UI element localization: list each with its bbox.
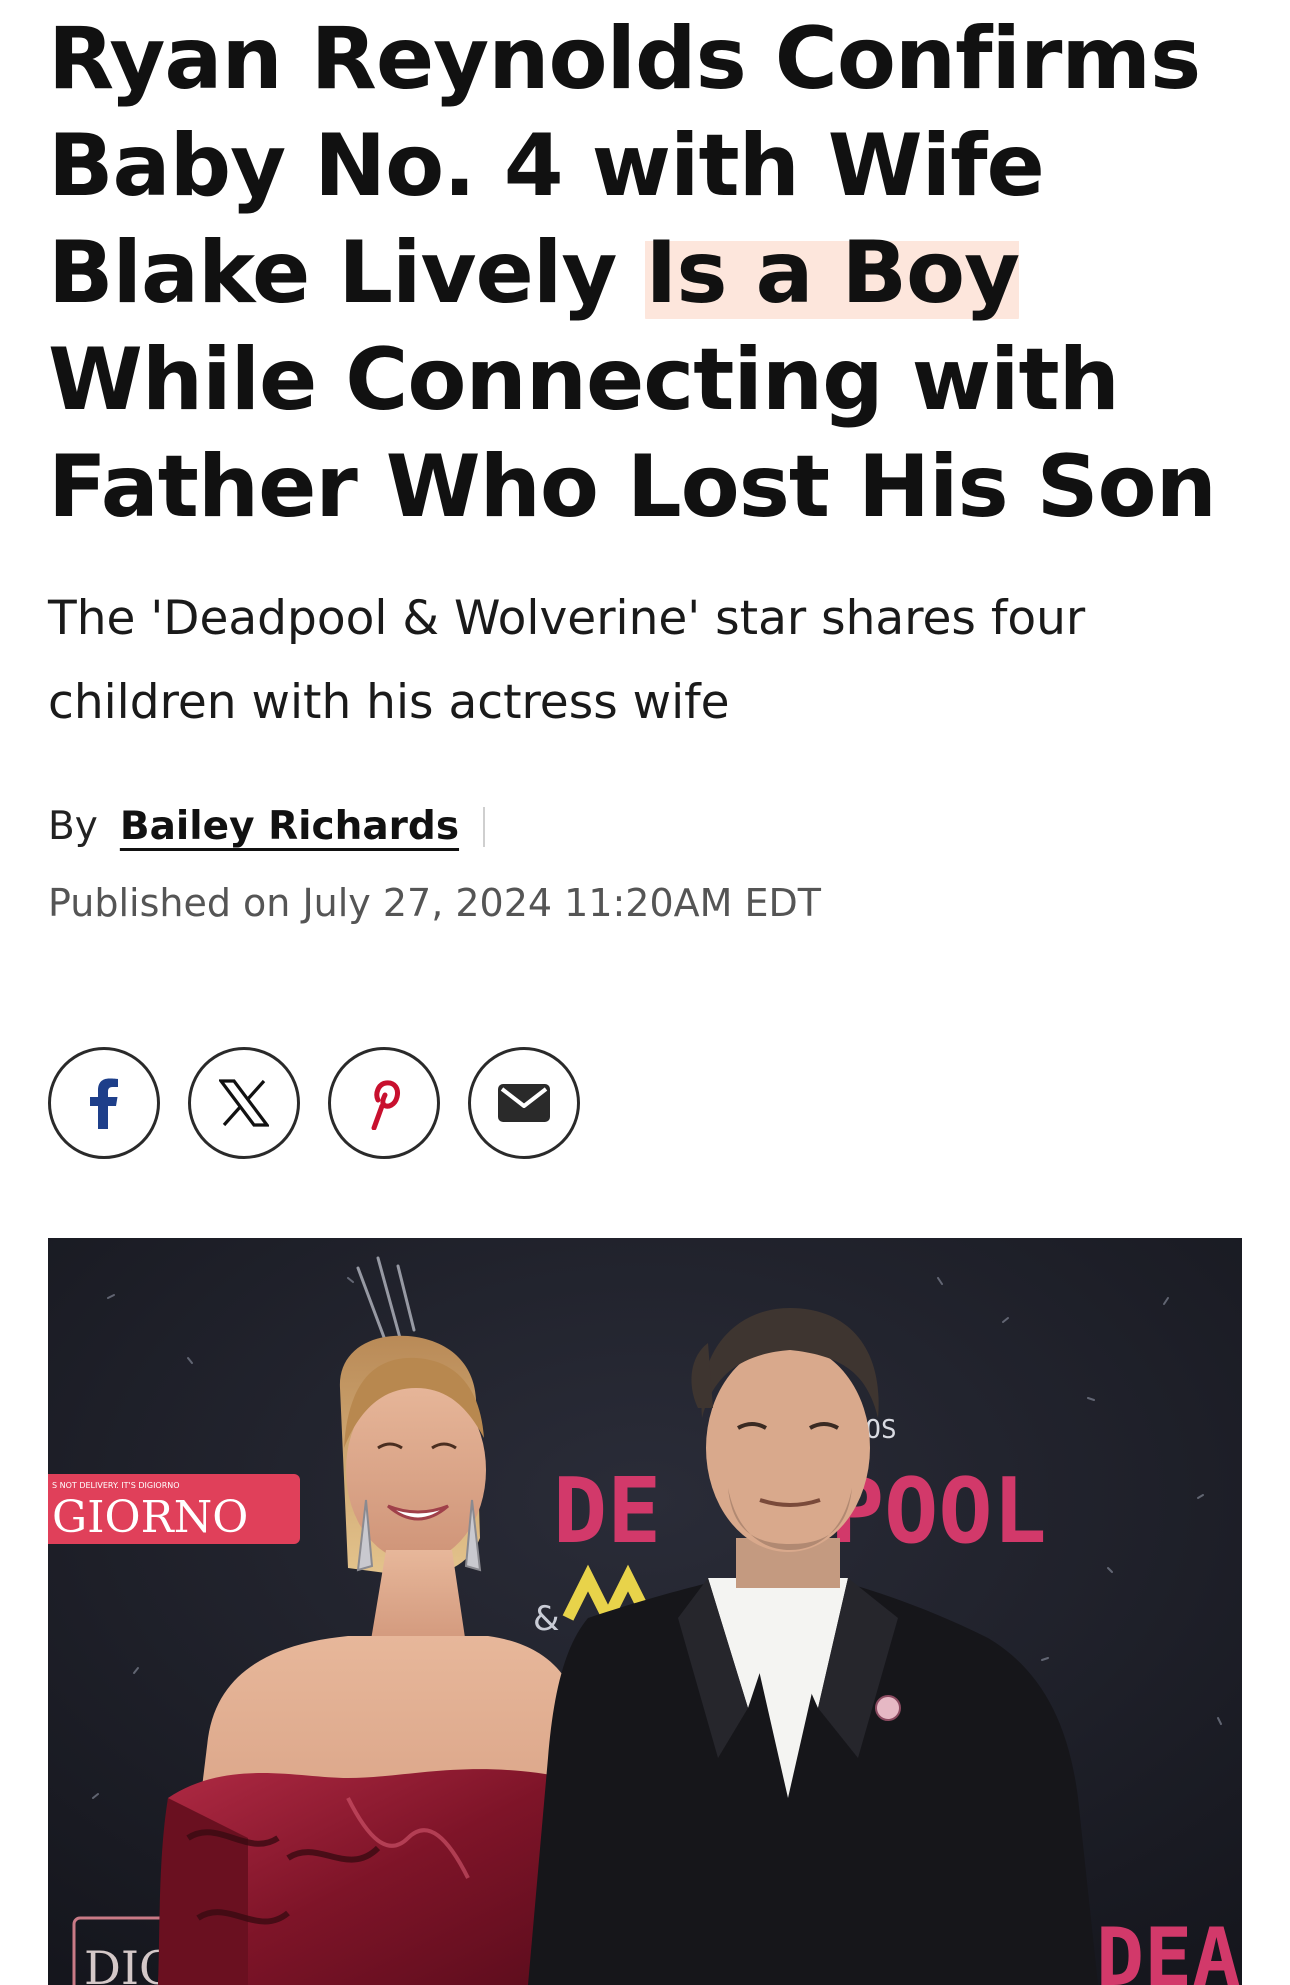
digiorno-tagline: S NOT DELIVERY. IT'S DIGIORNO bbox=[52, 1481, 180, 1490]
x-icon bbox=[219, 1079, 269, 1127]
article-headline: Ryan Reynolds Confirms Baby No. 4 with W… bbox=[48, 0, 1242, 541]
facebook-icon bbox=[89, 1077, 119, 1129]
share-x-button[interactable] bbox=[188, 1047, 300, 1159]
share-facebook-button[interactable] bbox=[48, 1047, 160, 1159]
deadpool-title-bottom: DEA bbox=[1096, 1911, 1241, 1985]
digiorno-logo-text: GIORNO bbox=[52, 1492, 248, 1543]
share-buttons bbox=[48, 1047, 580, 1159]
headline-text-end: While Connecting with Father Who Lost Hi… bbox=[48, 330, 1217, 537]
byline: By Bailey Richards bbox=[48, 799, 1242, 855]
author-link[interactable]: Bailey Richards bbox=[120, 799, 459, 855]
deadpool-title-left: DE bbox=[553, 1459, 661, 1564]
share-email-button[interactable] bbox=[468, 1047, 580, 1159]
publish-date: Published on July 27, 2024 11:20AM EDT bbox=[48, 881, 822, 925]
hero-photo: S NOT DELIVERY. IT'S DIGIORNO GIORNO DIO… bbox=[48, 1238, 1242, 1985]
byline-prefix: By bbox=[48, 804, 98, 849]
share-pinterest-button[interactable] bbox=[328, 1047, 440, 1159]
email-icon bbox=[498, 1084, 550, 1122]
article: Ryan Reynolds Confirms Baby No. 4 with W… bbox=[48, 0, 1242, 1985]
byline-divider bbox=[483, 807, 486, 847]
pinterest-icon bbox=[364, 1076, 404, 1130]
title-ampersand: & bbox=[533, 1599, 560, 1639]
headline-text-start: Ryan Reynolds Confirms Baby No. 4 with W… bbox=[48, 9, 1201, 323]
article-subheadline: The 'Deadpool & Wolverine' star shares f… bbox=[48, 591, 1086, 730]
headline-highlight: Is a Boy bbox=[645, 223, 1020, 323]
sponsor-logo-digiorno: S NOT DELIVERY. IT'S DIGIORNO GIORNO bbox=[48, 1474, 300, 1544]
